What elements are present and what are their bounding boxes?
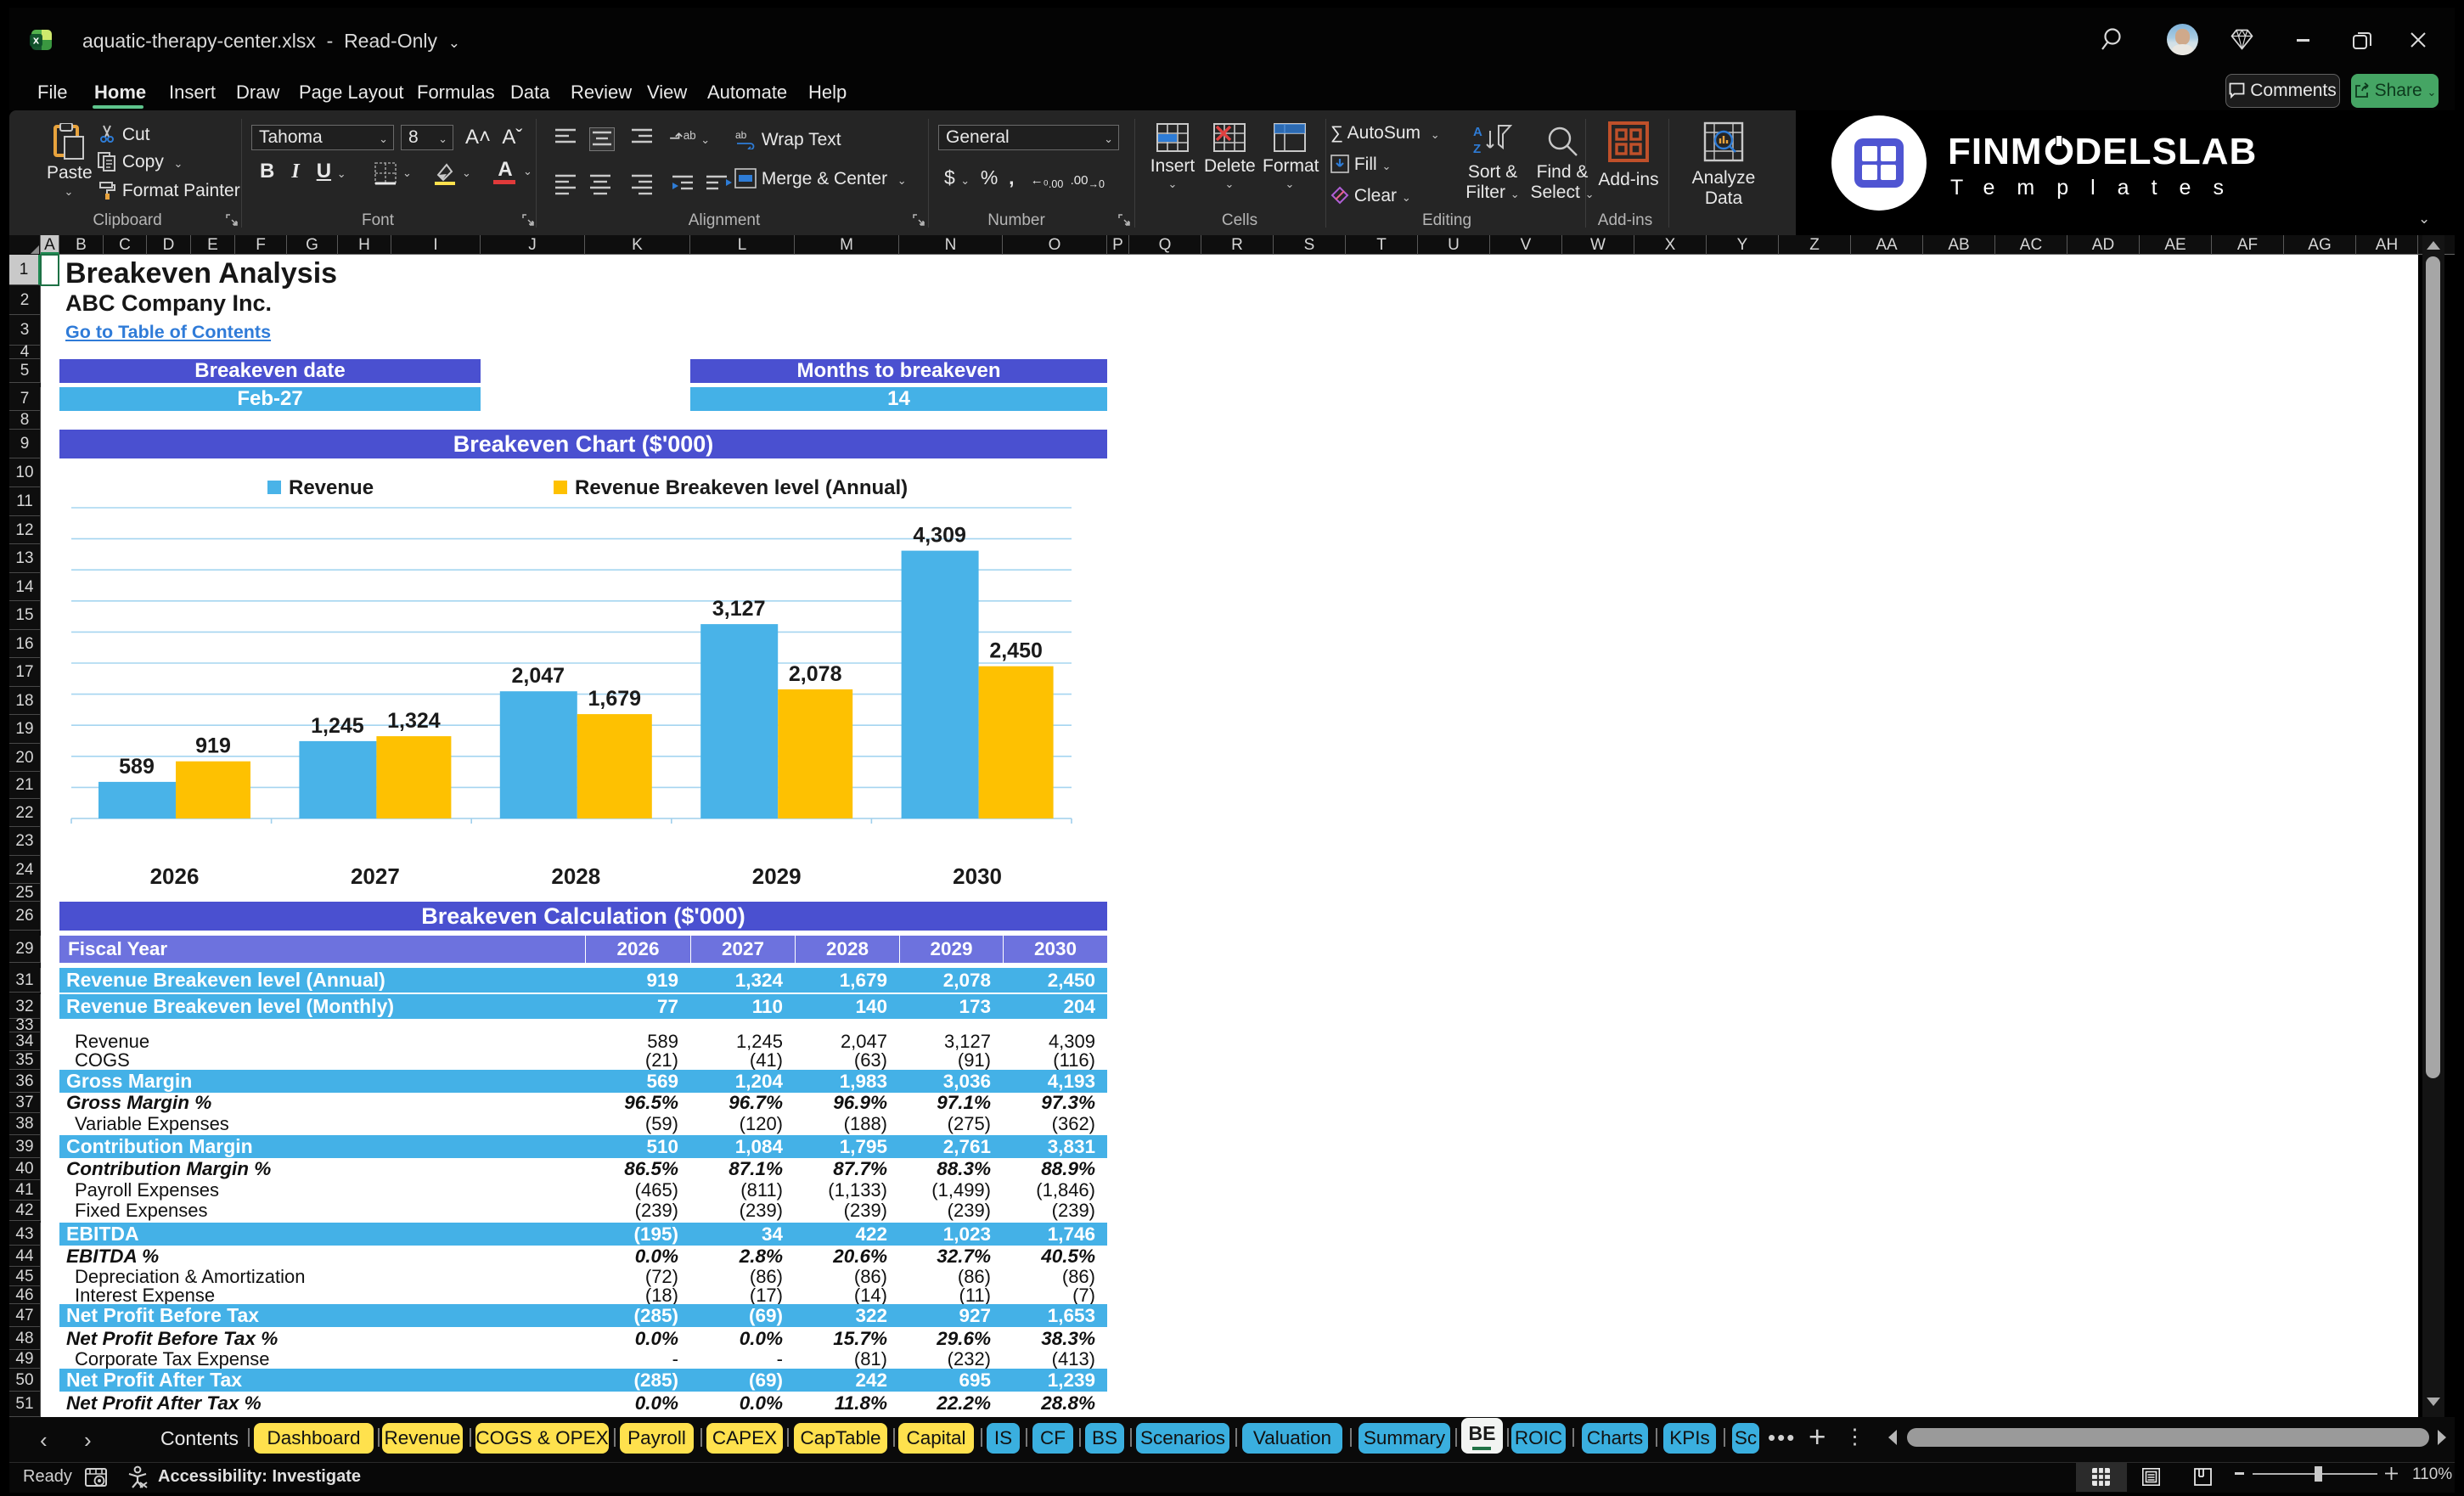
svg-text:4,309: 4,309 — [913, 524, 966, 548]
svg-text:589: 589 — [119, 755, 155, 779]
svg-text:3,127: 3,127 — [712, 597, 766, 621]
svg-text:1,324: 1,324 — [387, 709, 441, 733]
svg-text:1,245: 1,245 — [311, 714, 364, 738]
svg-text:2028: 2028 — [551, 863, 600, 889]
svg-text:2027: 2027 — [351, 863, 400, 889]
svg-text:2,047: 2,047 — [512, 664, 565, 688]
svg-text:2,450: 2,450 — [989, 639, 1043, 663]
svg-text:Z: Z — [1473, 142, 1481, 156]
svg-text:2026: 2026 — [150, 863, 200, 889]
svg-text:x: x — [33, 34, 40, 47]
svg-text:Revenue: Revenue — [289, 476, 374, 499]
svg-text:ab: ab — [735, 129, 747, 141]
svg-text:2,078: 2,078 — [789, 662, 842, 686]
svg-text:1,679: 1,679 — [588, 687, 642, 711]
svg-text:2030: 2030 — [953, 863, 1002, 889]
svg-text:A: A — [1473, 125, 1482, 139]
svg-text:919: 919 — [195, 734, 231, 758]
svg-text:2029: 2029 — [752, 863, 802, 889]
svg-text:Revenue Breakeven level (Annua: Revenue Breakeven level (Annual) — [575, 476, 908, 499]
